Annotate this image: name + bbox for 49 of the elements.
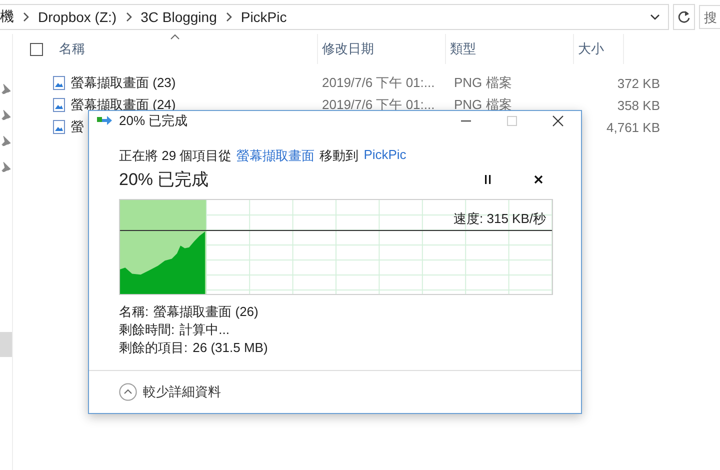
progress-heading: 20% 已完成 bbox=[119, 169, 209, 191]
file-name[interactable]: 螢幕擷取畫面 (23) bbox=[71, 74, 176, 92]
file-size: 372 KB bbox=[617, 76, 660, 90]
breadcrumb-item[interactable]: PickPic bbox=[240, 9, 287, 25]
close-icon bbox=[552, 115, 564, 127]
details-toggle[interactable]: 較少詳細資料 bbox=[119, 383, 221, 401]
window-title: 20% 已完成 bbox=[119, 112, 188, 130]
folder-link[interactable]: 螢幕擷取畫面 bbox=[236, 147, 315, 165]
column-header[interactable]: 名稱 bbox=[59, 40, 85, 58]
chevron-down-icon bbox=[650, 13, 660, 21]
maximize-icon bbox=[506, 115, 518, 127]
column-header[interactable]: 修改日期 bbox=[318, 34, 446, 64]
image-file-icon bbox=[53, 98, 65, 112]
file-type: PNG 檔案 bbox=[454, 97, 512, 112]
detail-value: 26 (31.5 MB) bbox=[192, 339, 268, 357]
sort-caret-icon bbox=[170, 34, 180, 40]
detail-label: 剩餘的項目: bbox=[119, 339, 188, 357]
chevron-right-icon bbox=[124, 12, 133, 22]
detail-value: 計算中... bbox=[180, 321, 230, 339]
modified-date: 2019/7/6 下午 01:... bbox=[322, 75, 435, 90]
breadcrumb-item[interactable]: Dropbox (Z:) bbox=[38, 9, 117, 25]
breadcrumb-item[interactable]: 機 bbox=[0, 8, 14, 26]
column-header[interactable]: 大小 bbox=[574, 34, 624, 64]
file-size: 4,761 KB bbox=[606, 120, 660, 134]
search-field[interactable]: 搜 bbox=[699, 5, 720, 29]
image-file-icon bbox=[53, 76, 65, 90]
detail-label: 名稱: bbox=[119, 303, 149, 321]
chevron-right-icon bbox=[22, 12, 30, 22]
file-name[interactable]: 螢 bbox=[71, 118, 84, 136]
status-text: 正在將 29 個項目從 bbox=[119, 147, 232, 165]
address-bar[interactable]: 機 Dropbox (Z:) 3C Blogging PickPic bbox=[0, 4, 669, 30]
speed-label: 速度: 315 KB/秒 bbox=[454, 210, 546, 228]
refresh-button[interactable] bbox=[673, 4, 695, 30]
pause-icon bbox=[484, 175, 492, 184]
chevron-up-circle-icon bbox=[119, 383, 137, 401]
refresh-icon bbox=[677, 10, 691, 24]
chevron-right-icon bbox=[224, 12, 233, 22]
detail-value: 螢幕擷取畫面 (26) bbox=[154, 303, 258, 321]
file-size: 358 KB bbox=[617, 98, 660, 112]
modified-date: 2019/7/6 下午 01:... bbox=[322, 97, 435, 112]
status-text: 移動到 bbox=[320, 147, 359, 165]
breadcrumb-item[interactable]: 3C Blogging bbox=[140, 9, 217, 25]
file-type: PNG 檔案 bbox=[454, 75, 512, 90]
image-file-icon bbox=[53, 120, 65, 134]
detail-label: 剩餘時間: bbox=[119, 321, 175, 339]
column-header[interactable]: 類型 bbox=[446, 34, 574, 64]
folder-link[interactable]: PickPic bbox=[364, 147, 406, 165]
cancel-icon bbox=[534, 175, 542, 184]
select-all-checkbox[interactable] bbox=[30, 42, 43, 56]
